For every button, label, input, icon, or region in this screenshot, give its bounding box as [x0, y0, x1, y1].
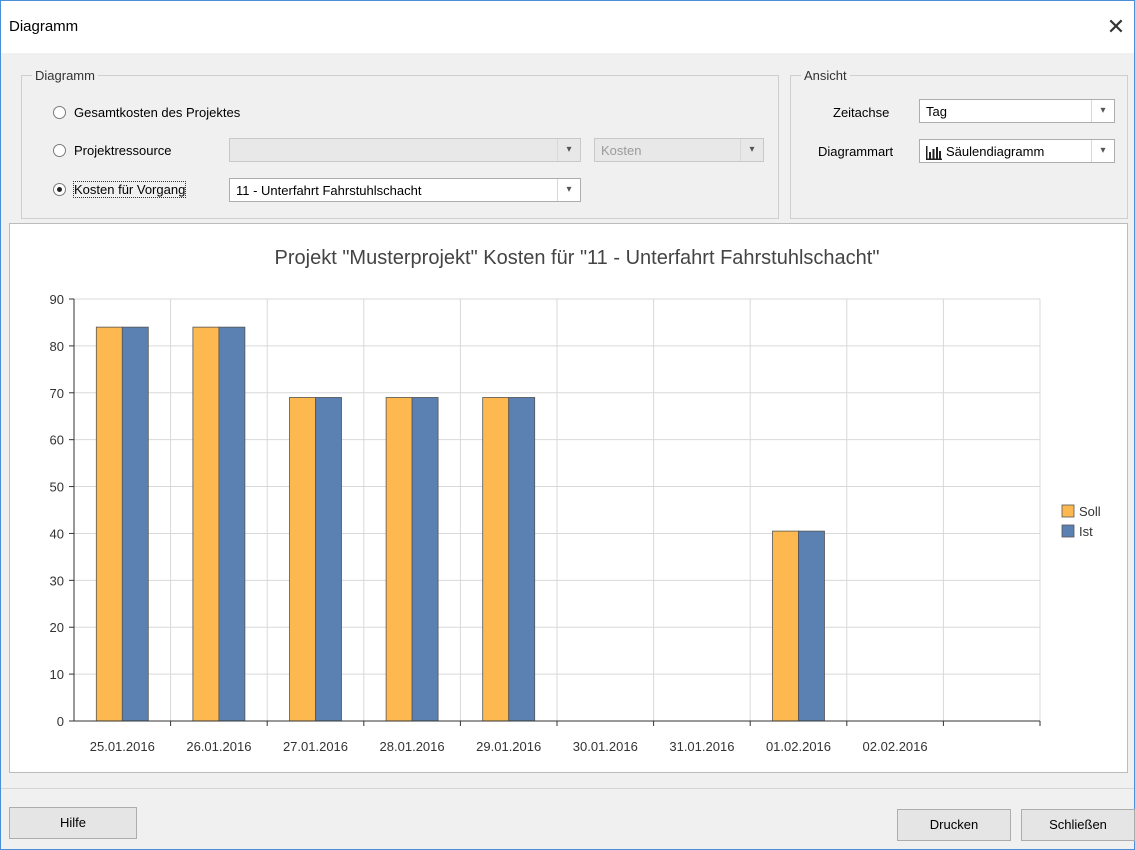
bar-soll: [385, 397, 413, 722]
option-resource[interactable]: Projektressource: [53, 143, 172, 158]
y-tick-label: 20: [50, 620, 64, 635]
x-tick-label: 26.01.2016: [186, 739, 251, 754]
x-tick-label: 27.01.2016: [283, 739, 348, 754]
chevron-down-icon: ▾: [557, 179, 580, 201]
option-total-costs-label: Gesamtkosten des Projektes: [74, 105, 241, 120]
bar-ist: [315, 397, 342, 722]
view-group-legend: Ansicht: [804, 68, 847, 83]
cost-bar-chart: Projekt "Musterprojekt" Kosten für "11 -…: [50, 247, 1101, 754]
task-dropdown[interactable]: 11 - Unterfahrt Fahrstuhlschacht ▾: [229, 178, 581, 202]
resource-metric-dropdown[interactable]: Kosten ▾: [594, 138, 764, 162]
y-tick-label: 10: [50, 667, 64, 682]
y-tick-label: 40: [50, 526, 64, 541]
chevron-down-icon: ▾: [1091, 100, 1114, 122]
y-tick-label: 30: [50, 573, 64, 588]
close-icon[interactable]: ✕: [1102, 13, 1130, 41]
timeaxis-dropdown[interactable]: Tag ▾: [919, 99, 1115, 123]
bar-ist: [121, 326, 149, 722]
title-bar: Diagramm ✕: [1, 1, 1134, 53]
legend-label-soll: Soll: [1079, 504, 1101, 519]
diagram-group-legend: Diagramm: [35, 68, 95, 83]
y-tick-label: 70: [50, 386, 64, 401]
resource-dropdown[interactable]: ▾: [229, 138, 581, 162]
close-button[interactable]: Schließen: [1021, 809, 1135, 841]
timeaxis-label: Zeitachse: [833, 105, 890, 120]
legend-swatch-ist: [1061, 524, 1075, 538]
chart-panel: Projekt "Musterprojekt" Kosten für "11 -…: [9, 223, 1128, 773]
bar-soll: [95, 326, 123, 722]
y-tick-label: 0: [57, 714, 64, 729]
x-tick-label: 28.01.2016: [380, 739, 445, 754]
bar-soll: [772, 530, 799, 722]
x-tick-label: 30.01.2016: [573, 739, 638, 754]
chevron-down-icon: ▾: [740, 139, 763, 161]
charttype-value-wrap: Säulendiagramm: [926, 144, 1044, 160]
task-dropdown-value: 11 - Unterfahrt Fahrstuhlschacht: [236, 183, 422, 198]
bar-ist: [218, 326, 246, 722]
charttype-label: Diagrammart: [818, 144, 894, 159]
resource-metric-value: Kosten: [601, 143, 642, 158]
bar-ist: [411, 397, 439, 722]
x-tick-label: 01.02.2016: [766, 739, 831, 754]
bar-soll: [482, 397, 510, 722]
legend-swatch-soll: [1061, 504, 1075, 518]
option-total-costs[interactable]: Gesamtkosten des Projektes: [53, 105, 240, 120]
timeaxis-value: Tag: [926, 104, 947, 119]
bar-ist: [798, 530, 825, 722]
diagram-dialog: Diagramm ✕ Diagramm Gesamtkosten des Pro…: [0, 0, 1135, 850]
charttype-dropdown[interactable]: Säulendiagramm ▾: [919, 139, 1115, 163]
radio-total-costs[interactable]: [53, 106, 66, 119]
bar-soll: [192, 326, 220, 722]
x-tick-label: 29.01.2016: [476, 739, 541, 754]
chevron-down-icon: ▾: [1091, 140, 1114, 162]
option-task-costs-label: Kosten für Vorgang: [72, 181, 187, 198]
chart-title: Projekt "Musterprojekt" Kosten für "11 -…: [275, 247, 880, 269]
legend-label-ist: Ist: [1079, 524, 1093, 539]
bar-ist: [508, 397, 536, 722]
option-task-costs[interactable]: Kosten für Vorgang: [53, 181, 187, 198]
print-button[interactable]: Drucken: [897, 809, 1011, 841]
option-resource-label: Projektressource: [74, 143, 172, 158]
x-tick-label: 02.02.2016: [863, 739, 928, 754]
radio-task-costs[interactable]: [53, 183, 66, 196]
y-tick-label: 50: [50, 480, 64, 495]
footer-divider: [1, 788, 1134, 789]
x-tick-label: 25.01.2016: [90, 739, 155, 754]
radio-resource[interactable]: [53, 144, 66, 157]
help-button[interactable]: Hilfe: [9, 807, 137, 839]
y-tick-label: 60: [50, 433, 64, 448]
bar-chart-icon: [926, 145, 942, 160]
window-title: Diagramm: [9, 18, 79, 35]
bar-soll: [289, 397, 316, 722]
charttype-value: Säulendiagramm: [946, 144, 1045, 159]
x-tick-label: 31.01.2016: [669, 739, 734, 754]
y-tick-label: 90: [50, 292, 64, 307]
y-tick-label: 80: [50, 339, 64, 354]
chevron-down-icon: ▾: [557, 139, 580, 161]
